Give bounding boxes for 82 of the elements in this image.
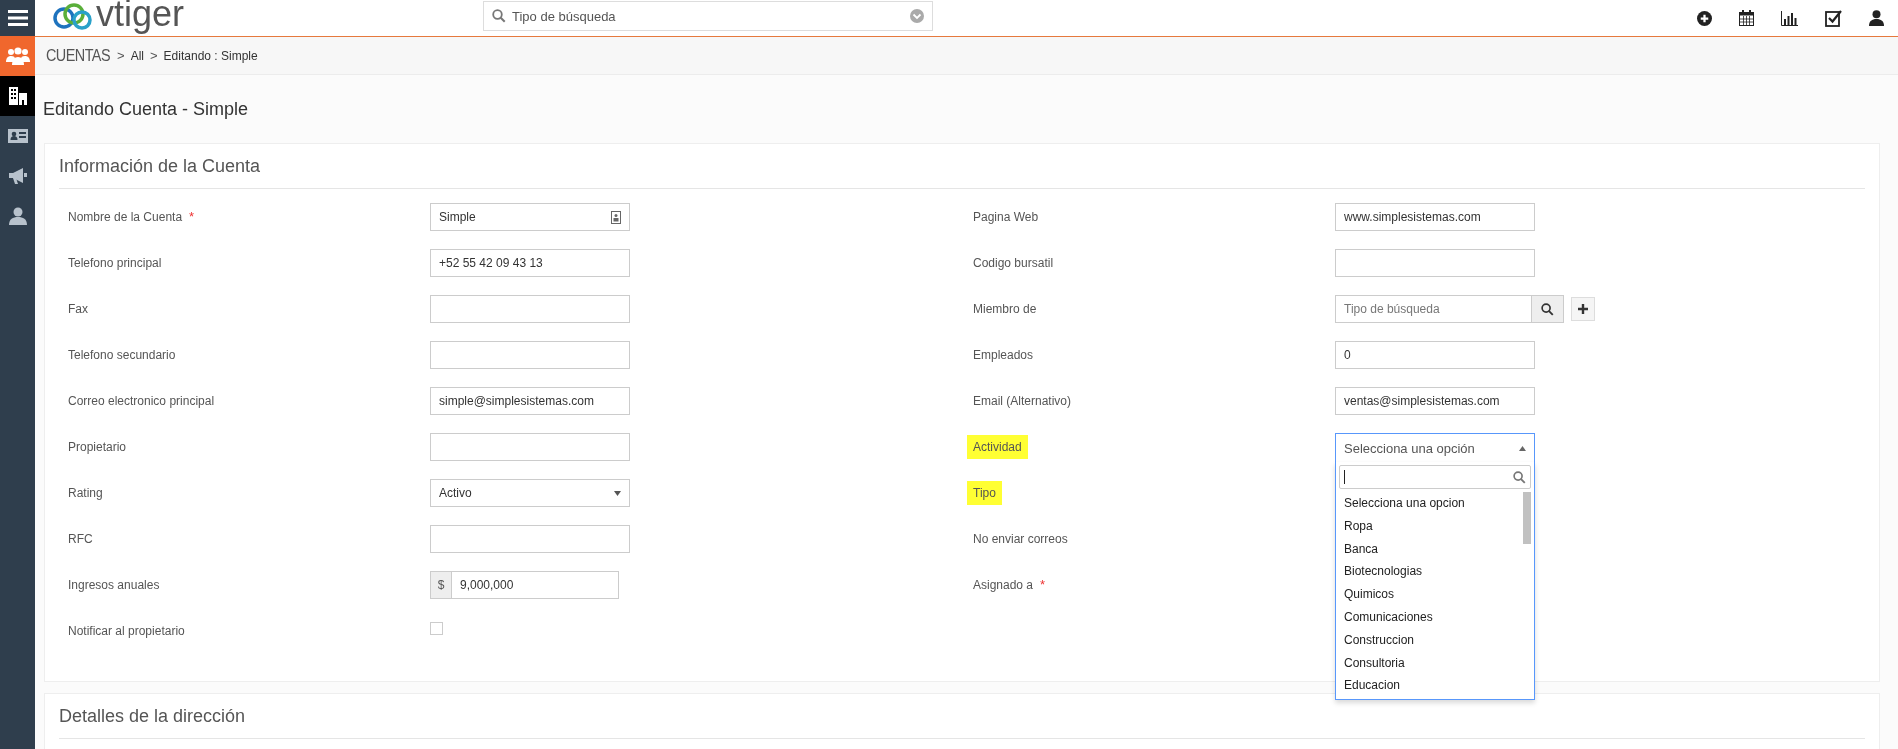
search-field[interactable]: Tipo de búsqueda: [483, 1, 933, 31]
breadcrumb-current: Editando : Simple: [163, 48, 258, 63]
field-label: Pagina Web: [973, 209, 1039, 225]
search-field[interactable]: [1339, 465, 1531, 489]
user-icon[interactable]: [1869, 10, 1884, 26]
buildings-icon: [7, 86, 28, 106]
breadcrumb-link[interactable]: All: [130, 48, 144, 63]
calendar-icon[interactable]: [1739, 10, 1754, 26]
text-field[interactable]: [430, 295, 630, 323]
dropdown-option[interactable]: Selecciona una opcion: [1339, 492, 1523, 515]
dropdown-option[interactable]: Quimicos: [1339, 583, 1523, 606]
required-mark: *: [189, 209, 195, 224]
field-label: Tipo: [967, 481, 1002, 505]
field-label: RFC: [68, 531, 93, 547]
text-field[interactable]: ventas@simplesistemas.com: [1335, 387, 1535, 415]
search-icon: [1513, 470, 1526, 484]
field-label: Ingresos anuales: [68, 577, 160, 593]
section-title: Detalles de la dirección: [59, 704, 247, 728]
field-label: Fax: [68, 301, 88, 317]
field-label: Nombre de la Cuenta: [68, 209, 183, 225]
dropdown-option[interactable]: Biotecnologias: [1339, 560, 1523, 584]
dropdown-option[interactable]: Comunicaciones: [1339, 606, 1523, 629]
text-field[interactable]: Simple: [430, 203, 630, 231]
text-field[interactable]: +52 55 42 09 43 13: [430, 249, 630, 277]
breadcrumb-separator: >: [117, 48, 125, 63]
dropdown-option[interactable]: Consultoria: [1339, 651, 1523, 675]
contact-card-icon: [7, 128, 28, 144]
checkbox-icon[interactable]: [1825, 9, 1842, 27]
lookup-field[interactable]: Tipo de búsqueda: [1335, 295, 1532, 323]
caret-icon: [614, 490, 621, 496]
text-field[interactable]: simple@simplesistemas.com: [430, 387, 630, 415]
add-button[interactable]: [1571, 297, 1595, 321]
search-button[interactable]: [1532, 295, 1564, 323]
currency-prefix: $: [430, 571, 451, 599]
checkbox[interactable]: [430, 622, 443, 635]
dropdown-option[interactable]: Banca: [1339, 537, 1523, 561]
text-field[interactable]: [430, 341, 630, 369]
text-field[interactable]: [1335, 249, 1535, 277]
field-label: Codigo bursatil: [973, 255, 1054, 271]
field-label: Actividad: [967, 435, 1028, 459]
dropdown-option[interactable]: Construccion: [1339, 628, 1523, 652]
field-label: Rating: [68, 485, 103, 501]
field-label: Propietario: [68, 439, 127, 455]
field-label: Telefono principal: [68, 255, 162, 271]
search-icon: [1541, 302, 1554, 316]
dropdown-option[interactable]: Educacion: [1339, 674, 1523, 698]
page-title: Editando Cuenta - Simple: [42, 97, 250, 121]
field-label: Email (Alternativo): [973, 393, 1072, 409]
breadcrumb-separator: >: [150, 48, 158, 63]
field-label: No enviar correos: [973, 531, 1068, 547]
logo-icon: [50, 3, 94, 33]
select-field[interactable]: Selecciona una opción: [1335, 433, 1535, 463]
search-icon: [492, 9, 506, 23]
scrollbar-thumb[interactable]: [1523, 492, 1531, 544]
dropdown-option[interactable]: Ropa: [1339, 514, 1523, 538]
field-label: Asignado a: [973, 577, 1034, 593]
sidebar-item[interactable]: [0, 76, 35, 116]
field-label: Notificar al propietario: [68, 623, 185, 639]
field-label: Empleados: [973, 347, 1034, 363]
breadcrumb-link[interactable]: CUENTAS: [46, 46, 110, 65]
select-field[interactable]: Activo: [430, 479, 630, 507]
text-field[interactable]: 0: [1335, 341, 1535, 369]
add-icon[interactable]: [1697, 10, 1712, 26]
plus-icon: [1578, 304, 1588, 314]
text-field[interactable]: [430, 433, 630, 461]
field-label: Telefono secundario: [68, 347, 176, 363]
text-field[interactable]: [430, 525, 630, 553]
megaphone-icon: [7, 167, 28, 185]
text-cursor: [1344, 470, 1345, 484]
contact-card-icon: [611, 210, 621, 224]
text-field[interactable]: www.simplesistemas.com: [1335, 203, 1535, 231]
caret-up-icon: [1519, 445, 1526, 451]
field-label: Miembro de: [973, 301, 1037, 317]
user-icon: [8, 207, 27, 225]
dropdown-icon: [910, 9, 924, 23]
section-title: Información de la Cuenta: [59, 154, 262, 178]
users-icon: [5, 47, 30, 65]
field-label: Correo electronico principal: [68, 393, 215, 409]
text-field[interactable]: 9,000,000: [451, 571, 619, 599]
menu-icon: [7, 9, 28, 27]
required-mark: *: [1040, 577, 1046, 592]
bar-chart-icon[interactable]: [1781, 10, 1798, 26]
